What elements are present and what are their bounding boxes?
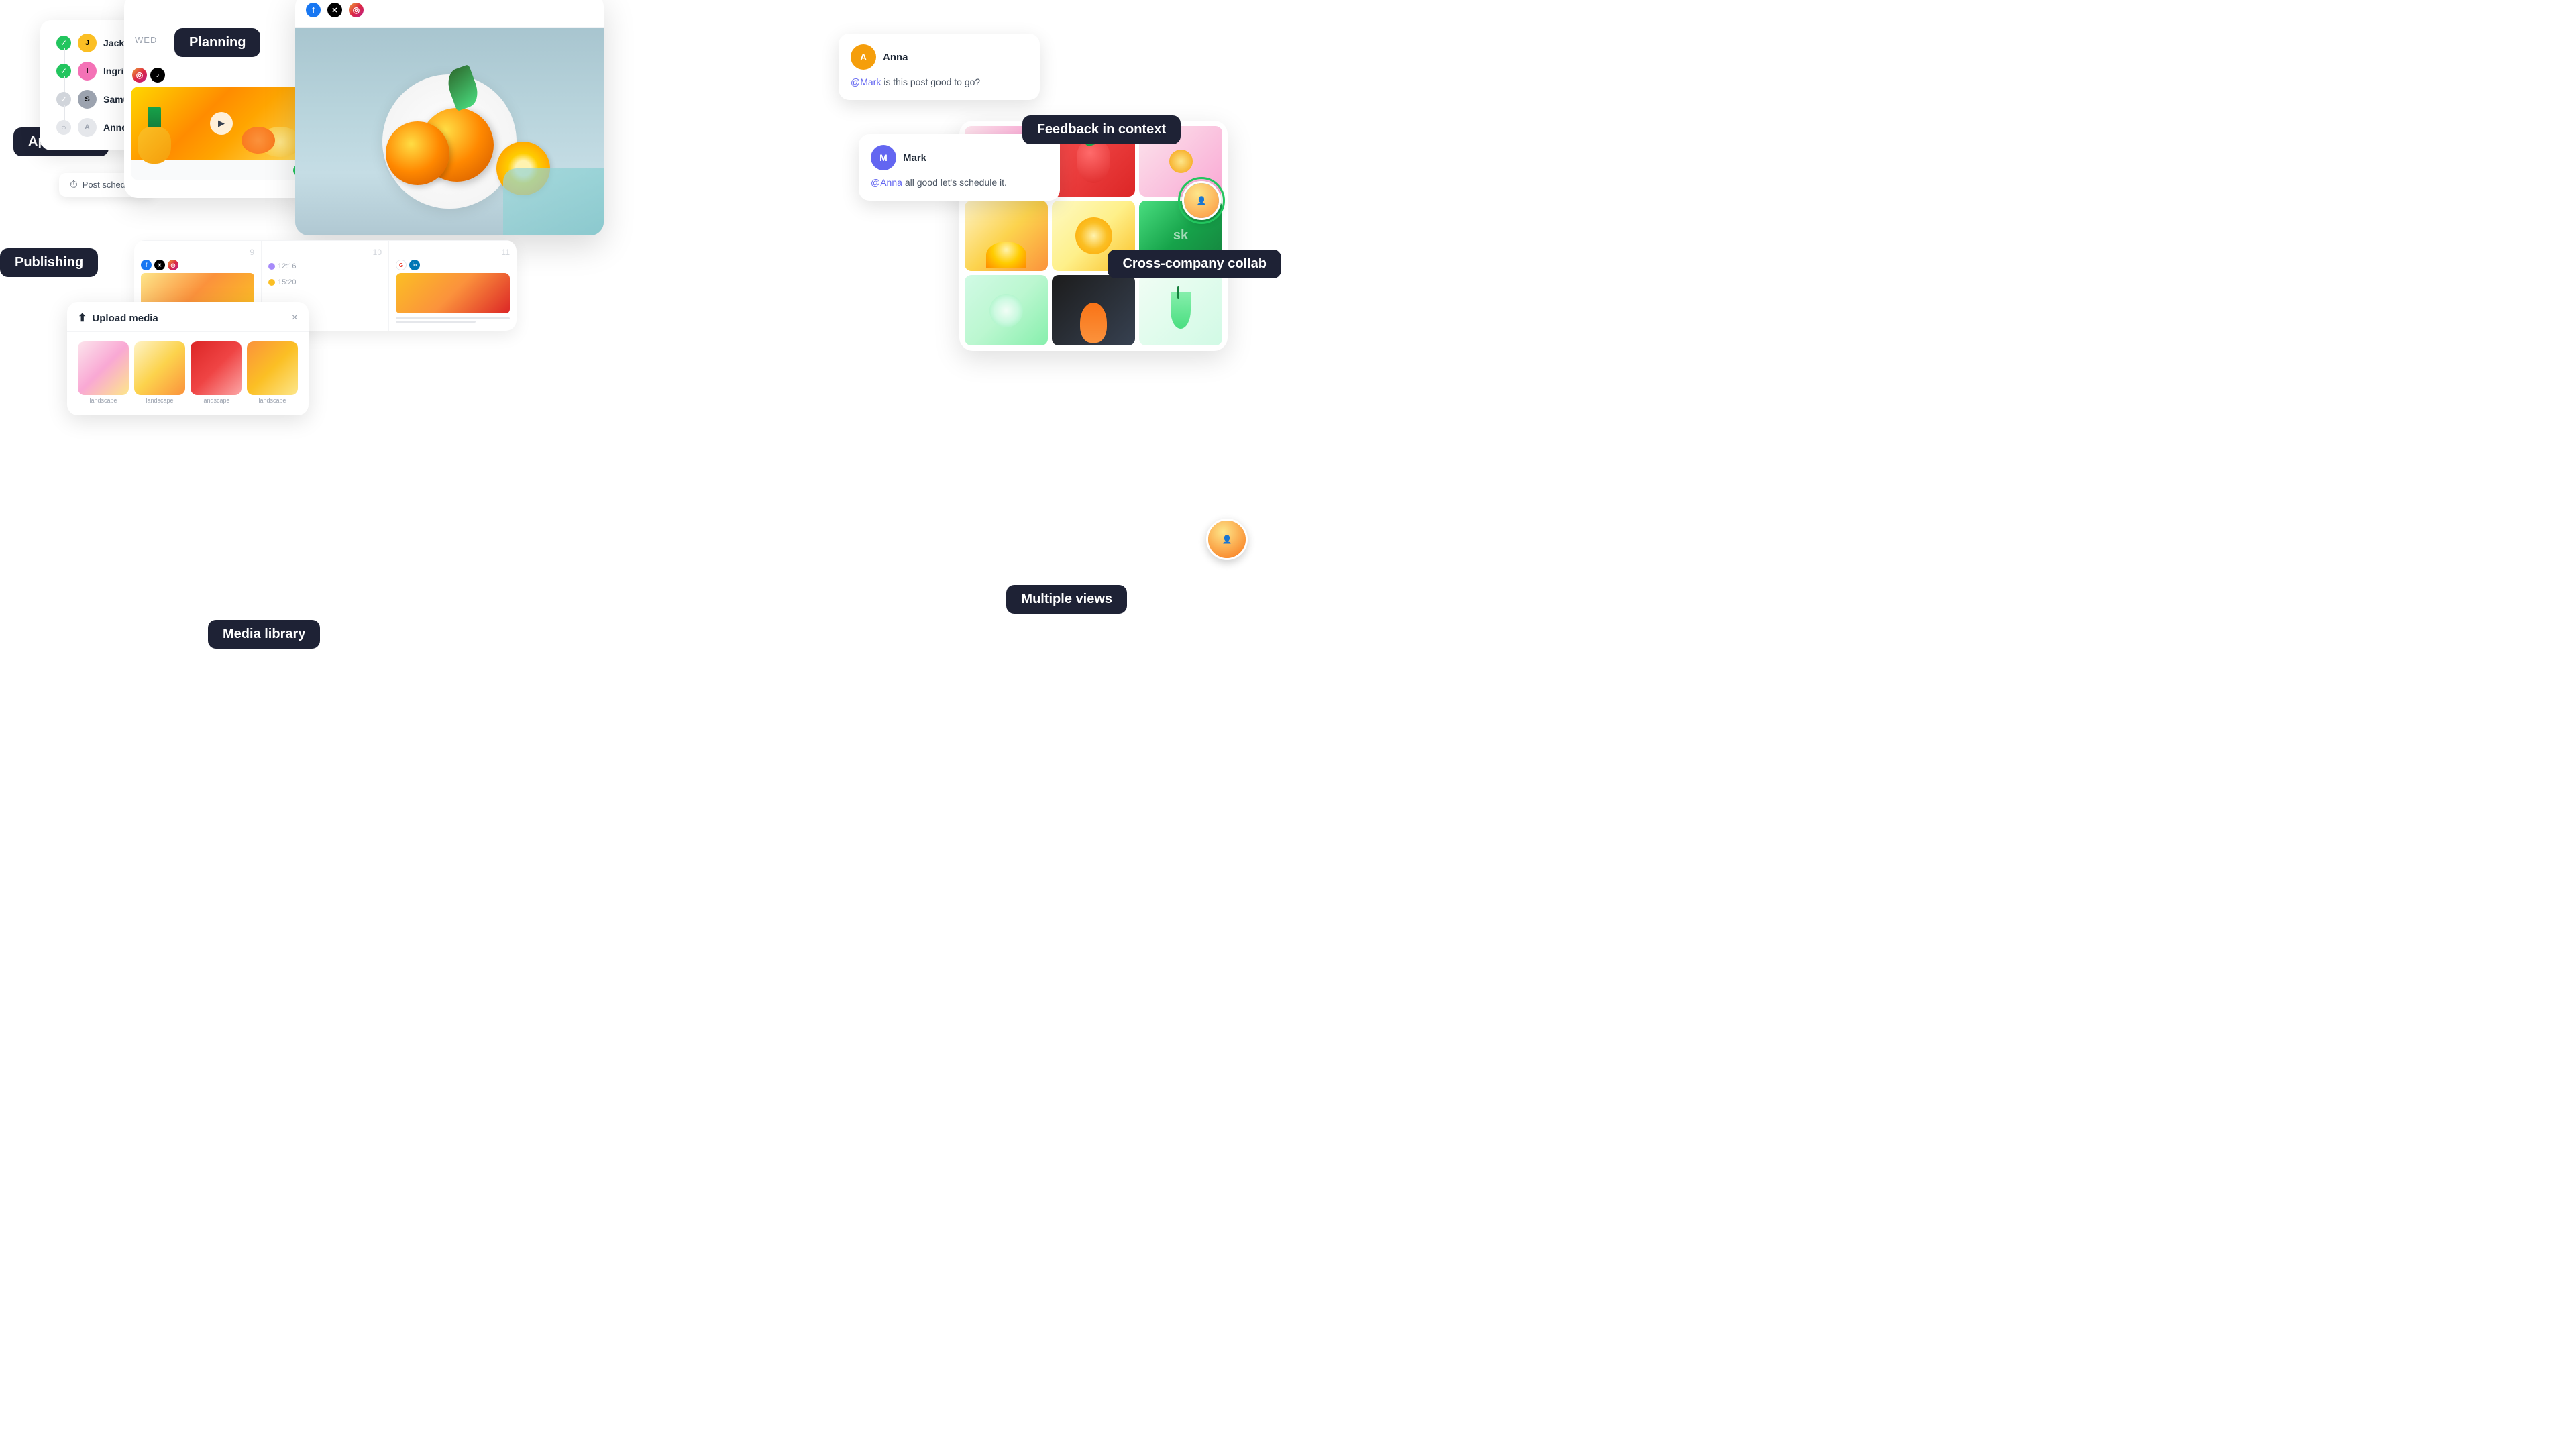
linkedin-icon-small: in	[409, 260, 420, 270]
fb-icon-small: f	[141, 260, 152, 270]
upload-img-1	[78, 341, 129, 395]
feedback-card-anna: A Anna @Mark is this post good to go?	[839, 34, 1040, 100]
avatar-jack: J	[78, 34, 97, 52]
social-header: f ✕ ◎	[295, 0, 604, 28]
main-photo-area	[295, 28, 604, 235]
media-library-badge: Media library	[208, 620, 320, 649]
upload-close-button[interactable]: ×	[292, 312, 298, 324]
time-slot-1: 12:16	[268, 262, 382, 270]
upload-title: ⬆ Upload media	[78, 311, 158, 325]
upload-media-card: ⬆ Upload media × landscape landscape lan…	[67, 302, 309, 415]
play-button[interactable]: ▶	[210, 112, 233, 135]
ig-icon-small: ◎	[168, 260, 178, 270]
upload-img-wrapper-2: landscape	[134, 341, 185, 406]
feedback-header-anna: A Anna	[851, 44, 1028, 70]
feedback-text-mark: @Anna all good let's schedule it.	[871, 176, 1048, 190]
twitter-x-icon: ✕	[327, 3, 342, 17]
multiple-views-badge: Multiple views	[1006, 585, 1127, 614]
publishing-badge: Publishing	[0, 248, 98, 277]
upload-img-wrapper-1: landscape	[78, 341, 129, 406]
upload-img-wrapper-3: landscape	[191, 341, 241, 406]
upload-images-row: landscape landscape landscape landscape	[67, 332, 309, 415]
facebook-icon: f	[306, 3, 321, 17]
time-dot-purple	[268, 263, 275, 270]
planning-badge: Planning	[174, 28, 260, 57]
avatar-samuel: S	[78, 90, 97, 109]
media-cell-4	[965, 201, 1048, 271]
post-lines	[396, 313, 510, 327]
main-image-card: f ✕ ◎	[295, 0, 604, 235]
feedback-header-mark: M Mark	[871, 145, 1048, 170]
avatar-anna: A	[851, 44, 876, 70]
week-cell-11: 11 G in	[389, 241, 517, 331]
orange-2	[386, 121, 449, 185]
upload-icon: ⬆	[78, 311, 87, 325]
feedback-badge: Feedback in context	[1022, 115, 1181, 144]
upload-img-wrapper-4: landscape	[247, 341, 298, 406]
time-slot-2: 15:20	[268, 278, 382, 286]
feedback-text-anna: @Mark is this post good to go?	[851, 75, 1028, 89]
time-dot-yellow	[268, 279, 275, 286]
media-cell-8	[1052, 275, 1135, 345]
instagram-icon: ◎	[132, 68, 147, 83]
cal-post-block: ▶ ✓	[131, 87, 312, 180]
check-anne: ○	[56, 120, 71, 135]
upload-img-2	[134, 341, 185, 395]
media-cell-9	[1139, 275, 1222, 345]
cell-social-icons: f ✕ ◎	[141, 260, 254, 270]
x-icon-small: ✕	[154, 260, 165, 270]
google-icon-small: G	[396, 260, 407, 270]
tiktok-icon: ♪	[150, 68, 165, 83]
upload-img-3	[191, 341, 241, 395]
media-cell-7	[965, 275, 1048, 345]
collab-ring	[1178, 177, 1225, 224]
pineapple-visual	[138, 107, 171, 160]
instagram-icon-2: ◎	[349, 3, 364, 17]
cell-11-post	[396, 273, 510, 327]
avatar-mark: M	[871, 145, 896, 170]
teal-cloth	[503, 168, 604, 235]
clock-icon: ⏱	[70, 179, 78, 191]
upload-header: ⬆ Upload media ×	[67, 302, 309, 332]
avatar-anne: A	[78, 118, 97, 137]
cal-post-image: ▶	[131, 87, 312, 160]
collab-avatar-2: 👤	[1206, 519, 1248, 560]
cell-social-icons-2: G in	[396, 260, 510, 270]
social-icons-row: ◎ ♪	[124, 65, 319, 87]
avatar-ingrid: I	[78, 62, 97, 81]
main-scene: Approvals ✓ J Jack ✓ I Ingrid ✓ S Samuel…	[0, 0, 1288, 721]
cross-company-badge: Cross-company collab	[1108, 250, 1281, 278]
upload-img-4	[247, 341, 298, 395]
